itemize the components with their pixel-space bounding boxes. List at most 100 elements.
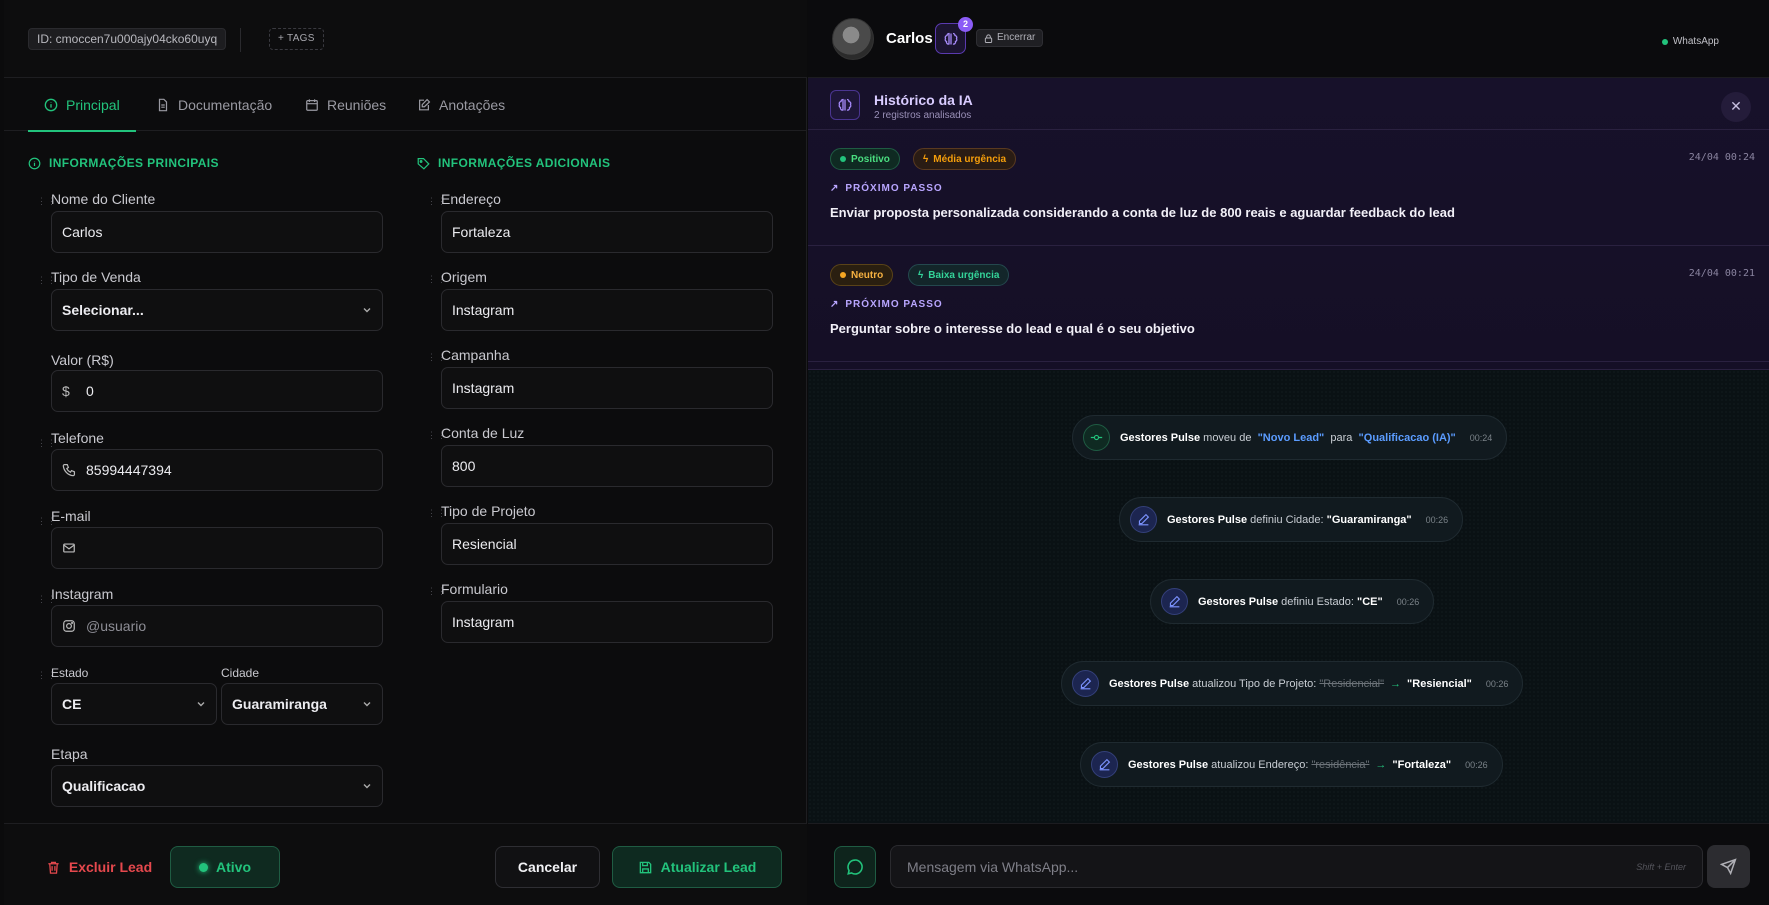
event-actor: Gestores Pulse <box>1109 677 1190 690</box>
drag-handle-icon[interactable]: ⋮⋮ <box>427 431 446 443</box>
drag-handle-icon[interactable]: ⋮⋮ <box>427 509 446 521</box>
pen-icon <box>1072 670 1099 697</box>
ai-history-panel: Histórico da IA 2 registros analisados ✕… <box>808 78 1769 370</box>
sentiment-dot <box>840 156 846 162</box>
chevron-down-icon <box>363 702 371 707</box>
tipo-venda-select[interactable]: Selecionar... <box>51 289 383 331</box>
conta-value: 800 <box>452 458 476 474</box>
delete-lead-button[interactable]: Excluir Lead <box>44 846 154 888</box>
next-step-text: Enviar proposta personalizada consideran… <box>830 205 1455 220</box>
estado-select[interactable]: CE <box>51 683 217 725</box>
add-tags-button[interactable]: + TAGS <box>269 28 324 50</box>
etapa-select[interactable]: Qualificacao <box>51 765 383 807</box>
event-old-value: "residência" <box>1311 758 1370 771</box>
status-dot <box>199 862 208 872</box>
arrow-right-icon: → <box>1375 758 1387 771</box>
message-input[interactable]: Mensagem via WhatsApp... Shift + Enter <box>890 845 1703 888</box>
next-step-label: ↗ PRÓXIMO PASSO <box>830 183 943 194</box>
formulario-input[interactable]: Instagram <box>441 601 773 643</box>
campanha-input[interactable]: Instagram <box>441 367 773 409</box>
etapa-label: Etapa <box>51 746 88 762</box>
cancel-label: Cancelar <box>517 859 578 875</box>
event-time: 00:26 <box>1485 678 1509 689</box>
drag-handle-icon[interactable]: ⋮⋮ <box>427 353 446 365</box>
trending-up-icon: ↗ <box>830 299 840 310</box>
endereco-value: Fortaleza <box>452 224 511 240</box>
whatsapp-channel-button[interactable] <box>834 846 876 888</box>
trash-icon <box>48 861 59 874</box>
drag-handle-icon[interactable]: ⋮⋮ <box>37 671 56 683</box>
trending-up-icon: ↗ <box>830 183 840 194</box>
shortcut-hint: Shift + Enter <box>1636 861 1686 872</box>
encerrar-button[interactable]: Encerrar <box>976 29 1044 47</box>
drag-handle-icon[interactable]: ⋮⋮ <box>37 439 56 451</box>
section-main-label: INFORMAÇÕES PRINCIPAIS <box>49 156 219 170</box>
valor-label: Valor (R$) <box>51 352 114 368</box>
zap-icon: ϟ <box>923 153 929 165</box>
tab-reunioes[interactable]: Reuniões <box>305 78 386 131</box>
info-icon <box>44 98 58 111</box>
drag-handle-icon[interactable]: ⋮⋮ <box>37 595 56 607</box>
nome-input[interactable]: Carlos <box>51 211 383 253</box>
event-value: "Resiencial" <box>1407 677 1472 690</box>
section-extra-label: INFORMAÇÕES ADICIONAIS <box>438 156 611 170</box>
lead-header: ID: cmoccen7u000ajy04cko60uyq + TAGS <box>4 0 807 78</box>
drag-handle-icon[interactable]: ⋮⋮ <box>37 276 56 288</box>
instagram-label: Instagram <box>51 586 114 602</box>
drag-handle-icon[interactable]: ⋮⋮ <box>427 197 446 209</box>
cancel-button[interactable]: Cancelar <box>495 846 600 888</box>
tab-principal[interactable]: Principal <box>28 78 136 132</box>
ai-history-title: Histórico da IA <box>874 92 973 108</box>
tab-documentacao[interactable]: Documentação <box>156 78 272 131</box>
event-value: "Guaramiranga" <box>1326 513 1412 526</box>
drag-handle-icon[interactable]: ⋮⋮ <box>427 275 446 287</box>
valor-value: 0 <box>86 383 94 399</box>
send-button[interactable] <box>1707 845 1750 888</box>
arrow-right-icon: → <box>1390 677 1402 690</box>
mail-icon <box>63 543 75 553</box>
phone-icon <box>62 463 76 477</box>
update-lead-button[interactable]: Atualizar Lead <box>612 846 782 888</box>
instagram-input[interactable]: @usuario <box>51 605 383 647</box>
info-icon <box>28 157 41 169</box>
pen-icon <box>1130 506 1157 533</box>
lock-icon <box>984 33 993 43</box>
conversation-panel: Carlos 2 Encerrar WhatsApp Histórico da … <box>808 0 1769 905</box>
next-step-title: PRÓXIMO PASSO <box>845 299 943 310</box>
origem-input[interactable]: Instagram <box>441 289 773 331</box>
event-actor: Gestores Pulse <box>1128 758 1209 771</box>
avatar[interactable] <box>832 18 874 60</box>
projeto-input[interactable]: Resiencial <box>441 523 773 565</box>
tab-label: Reuniões <box>327 96 387 113</box>
drag-handle-icon[interactable]: ⋮⋮ <box>37 517 56 529</box>
drag-handle-icon[interactable]: ⋮⋮ <box>37 197 56 209</box>
sentiment-label: Neutro <box>851 269 884 281</box>
tab-label: Documentação <box>178 96 273 113</box>
formulario-value: Instagram <box>452 614 515 630</box>
tab-anotacoes[interactable]: Anotações <box>417 78 505 131</box>
origem-value: Instagram <box>452 302 515 318</box>
tab-label: Principal <box>66 96 120 113</box>
telefone-input[interactable]: 85994447394 <box>51 449 383 491</box>
encerrar-label: Encerrar <box>997 32 1036 43</box>
tab-label: Anotações <box>439 96 506 113</box>
endereco-input[interactable]: Fortaleza <box>441 211 773 253</box>
event-action: definiu Cidade: <box>1250 513 1324 526</box>
event-actor: Gestores Pulse <box>1120 431 1201 444</box>
conta-label: Conta de Luz <box>441 425 525 441</box>
tipo-venda-label: Tipo de Venda <box>51 269 141 285</box>
close-icon[interactable]: ✕ <box>1721 92 1751 122</box>
status-toggle-button[interactable]: Ativo <box>170 846 280 888</box>
cidade-select[interactable]: Guaramiranga <box>221 683 383 725</box>
conta-input[interactable]: 800 <box>441 445 773 487</box>
tipo-venda-value: Selecionar... <box>62 302 144 318</box>
brain-icon <box>944 32 957 45</box>
drag-handle-icon[interactable]: ⋮⋮ <box>427 587 446 599</box>
sentiment-badge: Neutro <box>830 264 894 286</box>
email-input[interactable] <box>51 527 383 569</box>
lead-tabs: Principal Documentação Reuniões Anotaçõe… <box>4 78 807 132</box>
event-action: atualizou Endereço: <box>1211 758 1309 771</box>
nome-label: Nome do Cliente <box>51 191 156 207</box>
lead-id-badge: ID: cmoccen7u000ajy04cko60uyq <box>28 28 227 50</box>
valor-input[interactable]: $ 0 <box>51 370 383 412</box>
